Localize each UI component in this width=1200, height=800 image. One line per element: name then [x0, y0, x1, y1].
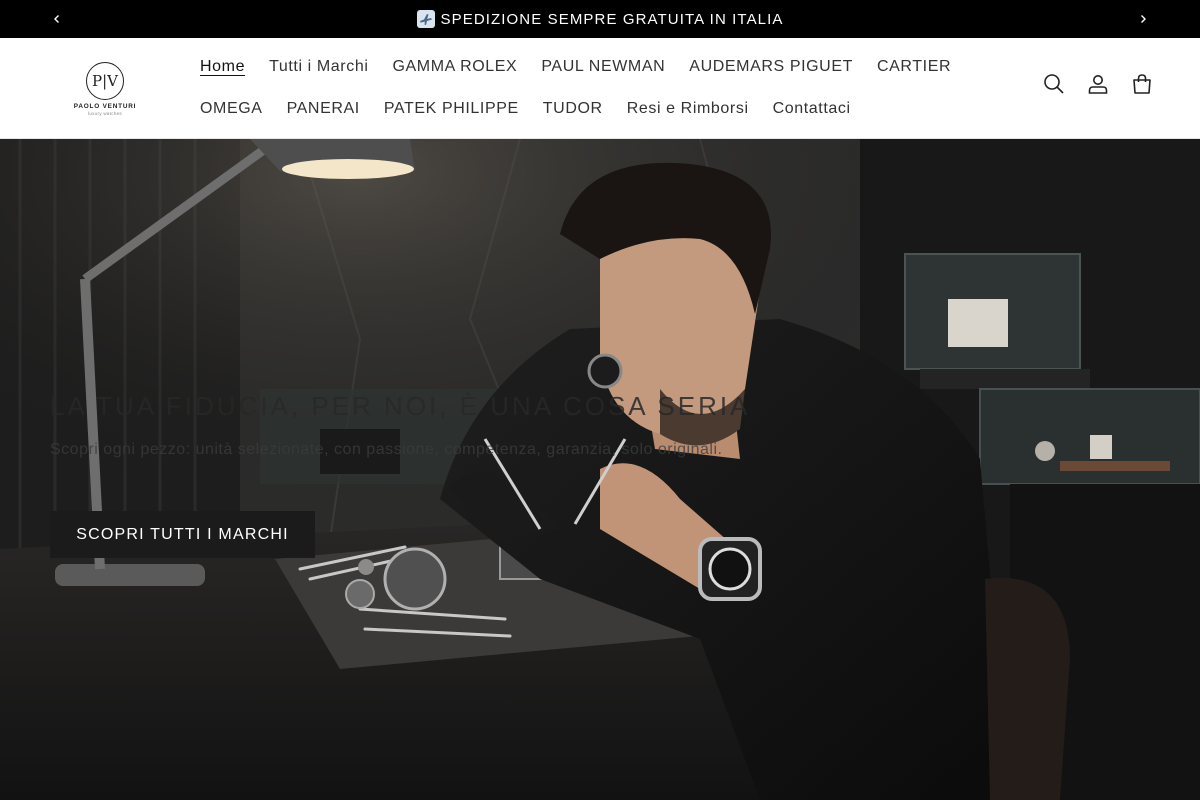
nav-item-cartier[interactable]: CARTIER [865, 58, 963, 76]
nav-row-2: OMEGA PANERAI PATEK PHILIPPE TUDOR Resi … [188, 88, 1008, 130]
discover-brands-button[interactable]: SCOPRI TUTTI I MARCHI [50, 511, 315, 558]
announcement-text: SPEDIZIONE SEMPRE GRATUITA IN ITALIA [440, 10, 784, 28]
hero-banner: LA TUA FIDUCIA, PER NOI, È UNA COSA SERI… [0, 139, 1200, 800]
nav-item-omega[interactable]: OMEGA [188, 100, 275, 118]
chevron-right-icon[interactable] [1124, 0, 1162, 38]
nav-item-resi-e-rimborsi[interactable]: Resi e Rimborsi [615, 100, 761, 118]
site-header: P|V PAOLO VENTURI luxury watches Home Tu… [0, 38, 1200, 139]
header-icons [1042, 72, 1154, 96]
nav-item-paul-newman[interactable]: PAUL NEWMAN [529, 58, 677, 76]
site-logo[interactable]: P|V PAOLO VENTURI luxury watches [68, 60, 142, 118]
nav-item-contattaci[interactable]: Contattaci [761, 100, 863, 118]
main-navigation: Home Tutti i Marchi GAMMA ROLEX PAUL NEW… [188, 46, 1008, 130]
chevron-left-icon[interactable] [38, 0, 76, 38]
airplane-icon [416, 10, 435, 28]
nav-item-tudor[interactable]: TUDOR [531, 100, 615, 118]
nav-item-panerai[interactable]: PANERAI [275, 100, 372, 118]
announcement-message: SPEDIZIONE SEMPRE GRATUITA IN ITALIA [416, 10, 784, 28]
nav-item-patek-philippe[interactable]: PATEK PHILIPPE [372, 100, 531, 118]
announcement-bar: SPEDIZIONE SEMPRE GRATUITA IN ITALIA [0, 0, 1200, 38]
logo-brand: PAOLO VENTURI [73, 103, 137, 110]
hero-image [0, 139, 1200, 800]
nav-row-1: Home Tutti i Marchi GAMMA ROLEX PAUL NEW… [188, 46, 1008, 88]
cart-icon[interactable] [1130, 72, 1154, 96]
nav-item-tutti-i-marchi[interactable]: Tutti i Marchi [257, 58, 380, 76]
logo-monogram: P|V [86, 62, 124, 100]
search-icon[interactable] [1042, 72, 1066, 96]
hero-subtitle: Scopri ogni pezzo: unità selezionate, co… [50, 441, 723, 458]
nav-item-gamma-rolex[interactable]: GAMMA ROLEX [380, 58, 529, 76]
account-icon[interactable] [1086, 72, 1110, 96]
logo-tagline: luxury watches [88, 111, 122, 116]
nav-item-home[interactable]: Home [188, 58, 257, 76]
hero-title: LA TUA FIDUCIA, PER NOI, È UNA COSA SERI… [50, 391, 751, 421]
nav-item-audemars-piguet[interactable]: AUDEMARS PIGUET [677, 58, 865, 76]
